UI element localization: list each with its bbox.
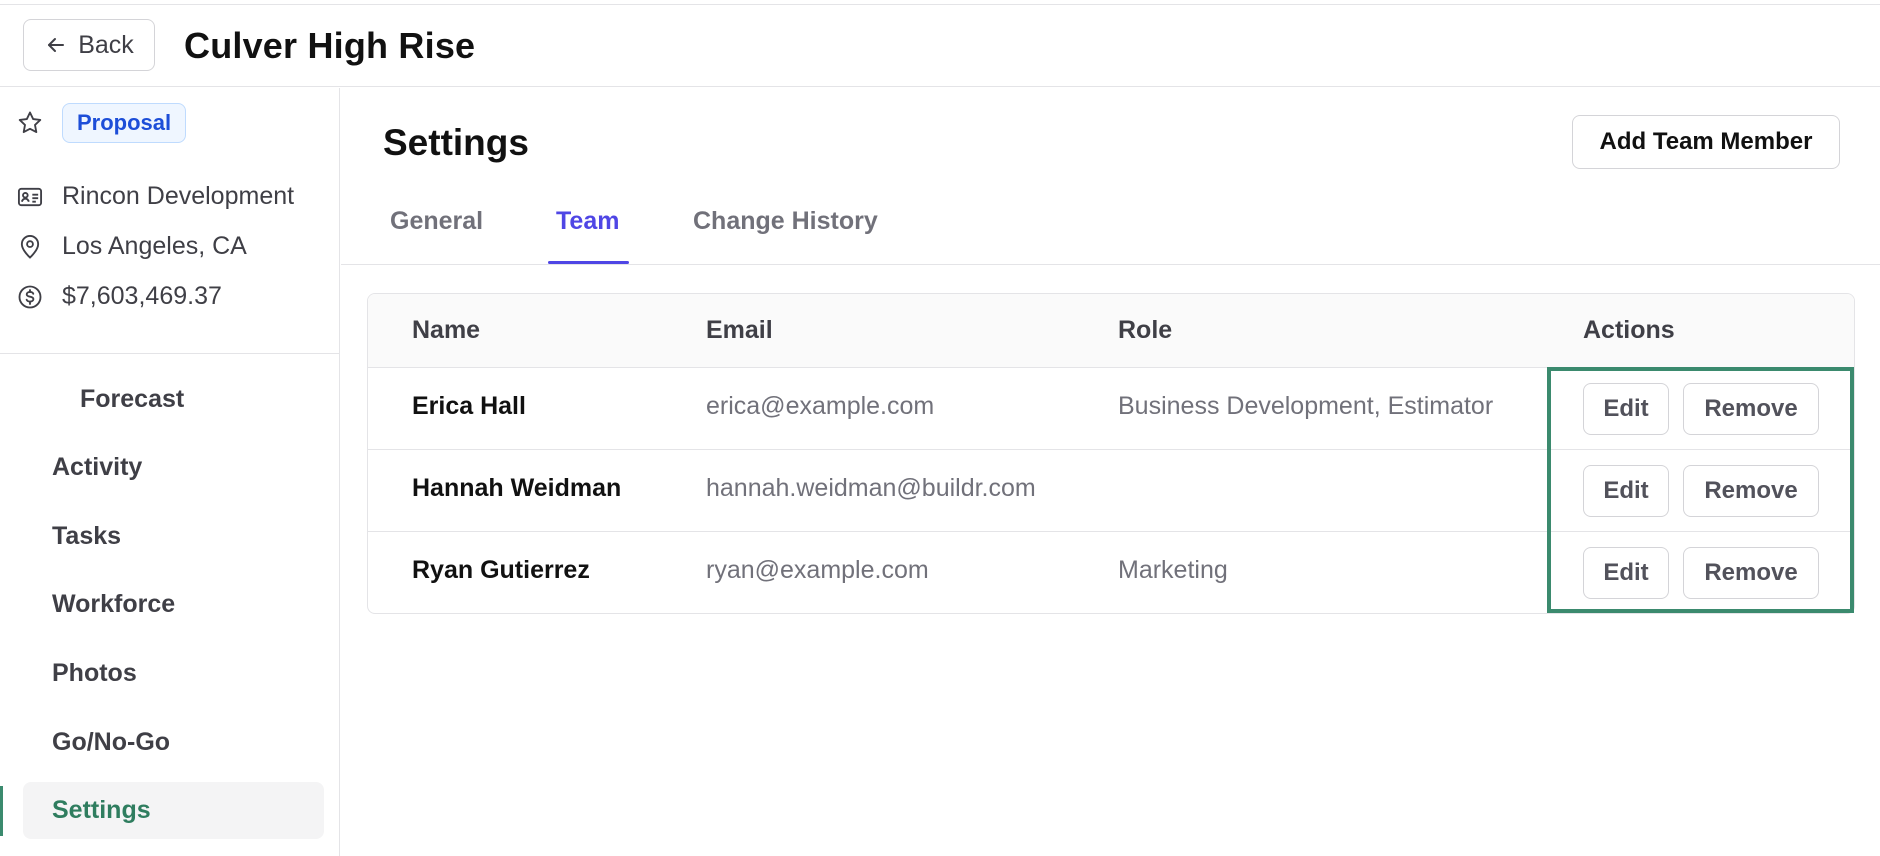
active-nav-indicator [0,786,3,836]
sidebar-item-activity[interactable]: Activity [52,453,142,482]
member-name: Ryan Gutierrez [412,556,590,584]
column-header-email: Email [706,316,773,344]
sidebar-item-settings[interactable]: Settings [52,796,151,825]
page-title: Settings [383,122,529,163]
remove-button[interactable]: Remove [1683,383,1819,435]
sidebar-item-photos[interactable]: Photos [52,659,137,688]
column-header-actions: Actions [1583,316,1675,344]
remove-button[interactable]: Remove [1683,547,1819,599]
member-name: Hannah Weidman [412,474,622,502]
column-header-name: Name [412,316,481,344]
edit-button[interactable]: Edit [1583,383,1669,435]
star-icon[interactable] [16,109,44,137]
company-name: Rincon Development [62,182,295,210]
table-row: Hannah Weidman hannah.weidman@buildr.com… [368,450,1854,532]
member-role: Marketing [1118,556,1228,584]
page-header: Back Culver High Rise [0,5,1880,87]
add-team-member-button[interactable]: Add Team Member [1572,115,1840,169]
active-tab-underline [548,261,629,264]
sidebar: Proposal Rincon Development Los Angeles,… [0,88,340,856]
member-role: Business Development, Estimator [1118,392,1494,420]
sidebar-divider [0,353,339,354]
sidebar-item-forecast[interactable]: Forecast [80,385,184,414]
project-title: Culver High Rise [184,25,476,66]
column-header-role: Role [1118,316,1173,344]
map-pin-icon [20,234,40,259]
table-header: Name Email Role Actions [368,294,1854,368]
location-text: Los Angeles, CA [62,232,247,260]
remove-button[interactable]: Remove [1683,465,1819,517]
dollar-circle-icon [18,285,42,308]
back-button[interactable]: Back [23,19,155,71]
amount-row: $7,603,469.37 [16,282,222,311]
location-row: Los Angeles, CA [16,232,247,261]
back-button-label: Back [78,30,134,59]
tab-change-history[interactable]: Change History [693,193,878,265]
sidebar-item-go-no-go[interactable]: Go/No-Go [52,728,170,757]
settings-tabs: General Team Change History [341,193,1880,265]
tab-team[interactable]: Team [556,193,619,265]
member-email: erica@example.com [706,392,935,420]
arrow-left-icon [48,38,65,52]
table-row: Ryan Gutierrez ryan@example.com Marketin… [368,532,1854,613]
member-email: hannah.weidman@buildr.com [706,474,1036,502]
sidebar-item-workforce[interactable]: Workforce [52,590,175,619]
status-row: Proposal [16,103,187,143]
status-badge: Proposal [62,103,187,143]
table-row: Erica Hall erica@example.com Business De… [368,368,1854,450]
edit-button[interactable]: Edit [1583,547,1669,599]
member-email: ryan@example.com [706,556,929,584]
main-content: Settings Add Team Member General Team Ch… [341,88,1880,856]
tab-general[interactable]: General [390,193,483,265]
member-name: Erica Hall [412,392,526,420]
company-row: Rincon Development [16,182,294,211]
team-table: Name Email Role Actions Erica Hall erica… [367,293,1855,614]
id-card-icon [17,187,43,206]
sidebar-item-tasks[interactable]: Tasks [52,522,121,551]
edit-button[interactable]: Edit [1583,465,1669,517]
amount-text: $7,603,469.37 [62,282,222,310]
